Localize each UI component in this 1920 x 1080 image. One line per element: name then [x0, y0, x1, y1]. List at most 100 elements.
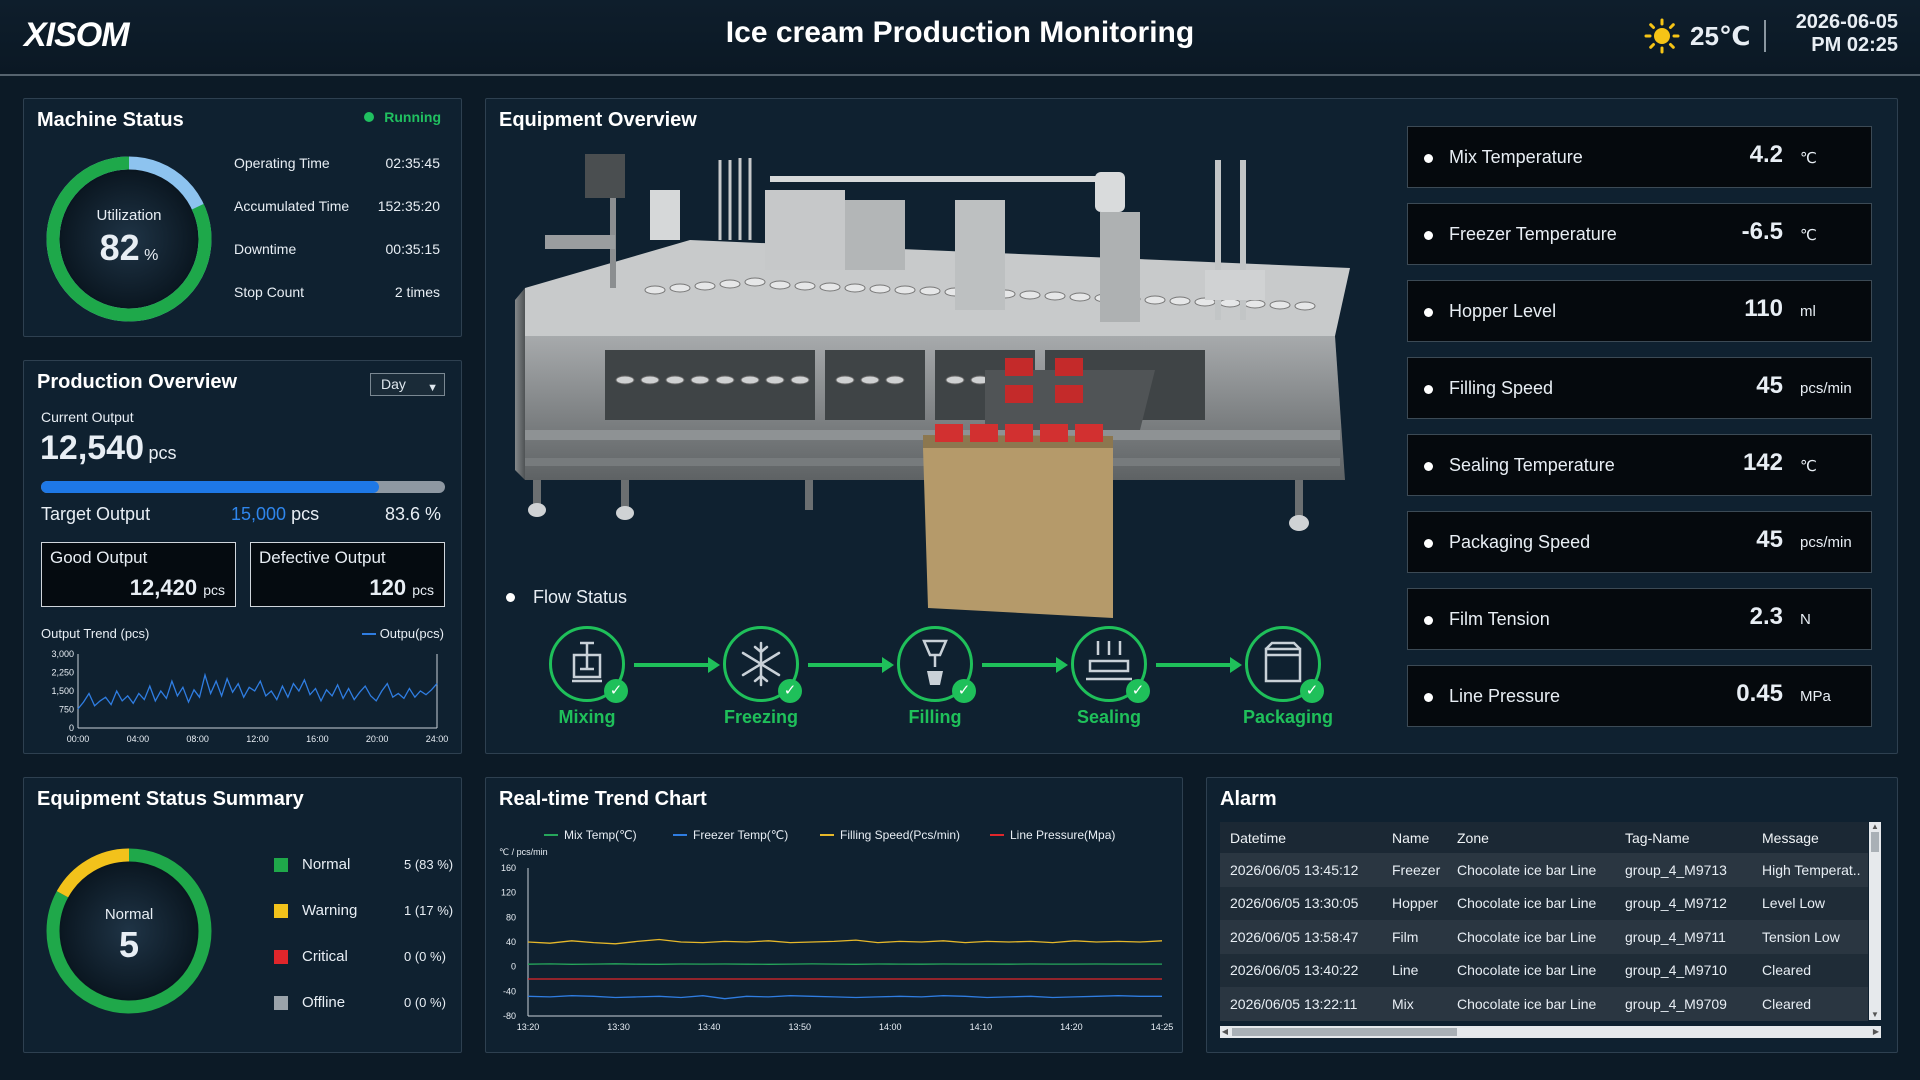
equipment-overview-title: Equipment Overview	[499, 109, 697, 131]
y-tick-label: 1,500	[51, 686, 74, 696]
horizontal-scrollbar[interactable]: ◀ ▶	[1220, 1026, 1881, 1038]
param-unit: N	[1800, 611, 1811, 628]
flow-step-circle: ✓	[1071, 626, 1150, 703]
table-cell: Cleared	[1752, 987, 1868, 1021]
alarm-header-row: Datetime Name Zone Tag-Name Message	[1220, 822, 1868, 853]
date-text: 2026-06-05	[1795, 11, 1898, 33]
param-label: Sealing Temperature	[1449, 455, 1615, 475]
param-label: Line Pressure	[1449, 686, 1561, 706]
x-tick-label: 14:00	[879, 1022, 902, 1032]
y-tick-label: 0	[511, 962, 516, 972]
metric-downtime: Downtime 00:35:15	[234, 241, 440, 284]
current-output-unit: pcs	[148, 443, 177, 463]
x-tick-label: 13:40	[698, 1022, 721, 1032]
flow-step-circle: ✓	[723, 626, 802, 703]
legend-value: 5 (83 %)	[404, 857, 454, 872]
x-tick-label: 04:00	[127, 734, 150, 744]
table-cell: Freezer	[1382, 853, 1447, 887]
table-cell: Chocolate ice bar Line	[1447, 853, 1615, 887]
scroll-down-arrow-icon[interactable]: ▼	[1869, 1010, 1881, 1020]
status-summary-panel: Equipment Status Summary Normal 5 Normal…	[23, 777, 462, 1053]
x-tick-label: 13:50	[788, 1022, 811, 1032]
page-title: Ice cream Production Monitoring	[725, 16, 1195, 49]
param-unit: ℃	[1800, 227, 1817, 244]
legend-name: Critical	[302, 948, 348, 965]
table-row[interactable]: 2026/06/05 13:30:05 Hopper Chocolate ice b…	[1220, 886, 1868, 920]
column-header[interactable]: Zone	[1447, 822, 1615, 853]
flow-step-label: Filling	[908, 707, 962, 727]
table-cell: 2026/06/05 13:30:05	[1220, 886, 1382, 920]
vertical-scrollbar[interactable]: ▲ ▼	[1869, 822, 1881, 1020]
table-row[interactable]: 2026/06/05 13:45:12 Freezer Chocolate ice …	[1220, 853, 1868, 887]
bullet-icon	[1424, 693, 1433, 702]
legend-text: Mix Temp(℃)	[564, 828, 637, 842]
flow-step-circle: ✓	[549, 626, 628, 703]
column-header[interactable]: Tag-Name	[1615, 822, 1752, 853]
production-line-illustration	[515, 154, 1350, 618]
flow-status-title: Flow Status	[533, 587, 628, 607]
table-row[interactable]: 2026/06/05 13:58:47 Film Chocolate ice bar…	[1220, 920, 1868, 954]
legend-name: Warning	[302, 902, 358, 919]
chevron-down-icon: ▼	[427, 382, 438, 394]
check-icon: ✓	[604, 679, 628, 703]
column-header[interactable]: Name	[1382, 822, 1447, 853]
weather-widget: 25℃	[1644, 16, 1750, 56]
table-cell: Hopper	[1382, 886, 1447, 920]
flow-step-mixing: ✓ Mixing	[547, 626, 628, 728]
param-filling-speed: Filling Speed 45 pcs/min	[1407, 357, 1872, 419]
status-dot-icon	[364, 112, 375, 122]
x-tick-label: 24:00	[426, 734, 449, 744]
table-row[interactable]: 2026/06/05 13:40:22 Line Chocolate ice bar…	[1220, 953, 1868, 987]
period-select[interactable]: Day ▼	[370, 373, 445, 396]
x-tick-label: 14:10	[970, 1022, 993, 1032]
scroll-up-arrow-icon[interactable]: ▲	[1869, 822, 1881, 832]
metric-label: Stop Count	[234, 284, 305, 300]
defective-output-card: Defective Output 120 pcs	[250, 542, 445, 607]
column-header[interactable]: Message	[1752, 822, 1868, 853]
table-cell: Cleared	[1752, 953, 1868, 987]
running-status-badge: Running	[364, 109, 441, 125]
y-tick-label: -80	[503, 1011, 516, 1021]
flow-arrow	[982, 657, 1068, 673]
machine-status-title: Machine Status	[37, 109, 184, 131]
x-tick-label: 13:30	[607, 1022, 630, 1032]
trend-chart-title: Real-time Trend Chart	[499, 788, 707, 810]
legend-normal: Normal 5 (83 %)	[274, 856, 453, 873]
table-cell: Chocolate ice bar Line	[1447, 987, 1615, 1021]
datetime-display: 2026-06-05 PM 02:25	[1796, 11, 1898, 57]
metric-label: Operating Time	[234, 155, 330, 171]
table-cell: group_4_M9713	[1615, 853, 1752, 887]
series-line	[527, 963, 1162, 965]
scrollbar-thumb[interactable]	[1871, 832, 1879, 852]
x-tick-label: 12:00	[246, 734, 269, 744]
param-label: Filling Speed	[1449, 378, 1554, 398]
target-percent: 83.6 %	[384, 504, 441, 524]
param-value: 0.45	[1736, 680, 1783, 707]
param-value: 45	[1756, 372, 1783, 399]
flow-step-label: Freezing	[723, 707, 798, 727]
scroll-left-arrow-icon[interactable]: ◀	[1220, 1026, 1230, 1038]
realtime-trend-chart: 160 120 80 40 0 -40 -8013:20 13:30 13:40 13:50 14:…	[501, 863, 1173, 1032]
legend-warning: Warning 1 (17 %)	[274, 902, 453, 919]
donut-center-value: 5	[118, 924, 140, 965]
bullet-icon	[1424, 231, 1433, 240]
table-cell: Film	[1382, 920, 1447, 954]
metric-accumulated-time: Accumulated Time 152:35:20	[234, 198, 440, 241]
param-value: 2.3	[1749, 603, 1783, 630]
machine-metrics: Operating Time 02:35:45 Accumulated Time 1…	[234, 155, 440, 327]
legend-line-pressure: Line Pressure(Mpa)	[990, 828, 1115, 842]
check-icon: ✓	[1300, 679, 1324, 703]
scroll-right-arrow-icon[interactable]: ▶	[1871, 1026, 1881, 1038]
y-tick-label: 0	[69, 723, 74, 733]
target-output: 15,000 pcs	[231, 504, 319, 525]
column-header[interactable]: Datetime	[1220, 822, 1382, 853]
legend-value: 1 (17 %)	[404, 903, 454, 918]
check-icon: ✓	[778, 679, 802, 703]
y-tick-label: 160	[501, 863, 516, 873]
param-sealing-temperature: Sealing Temperature 142 ℃	[1407, 434, 1872, 496]
y-tick-label: 3,000	[51, 649, 74, 659]
metric-label: Accumulated Time	[234, 198, 350, 214]
scrollbar-thumb[interactable]	[1232, 1028, 1457, 1036]
y-tick-label: 120	[501, 888, 516, 898]
table-row[interactable]: 2026/06/05 13:22:11 Mix Chocolate ice bar …	[1220, 987, 1868, 1021]
